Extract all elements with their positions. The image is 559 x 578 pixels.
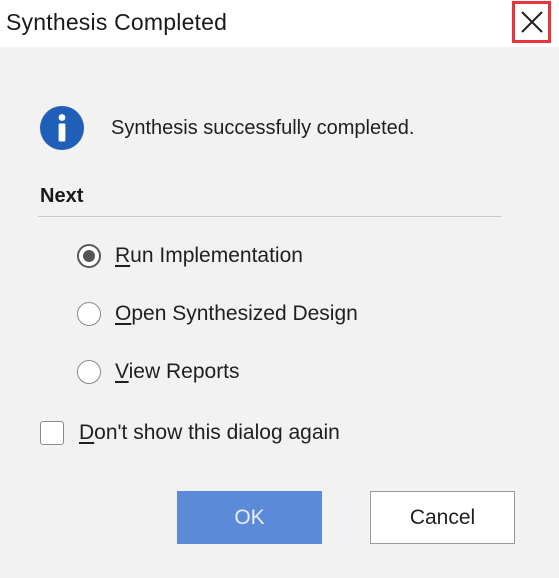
section-divider [38,216,501,217]
radio-label-rest: un Implementation [130,244,303,267]
info-icon [40,106,84,150]
radio-label-rest: pen Synthesized Design [131,302,358,325]
mnemonic-letter: V [115,360,129,383]
dialog-body: Synthesis successfully completed. Next R… [0,47,559,578]
next-section-heading: Next [40,185,84,207]
radio-label-rest: iew Reports [128,360,240,383]
mnemonic-letter: O [115,302,132,325]
radio-button[interactable] [77,360,101,384]
cancel-button[interactable]: Cancel [370,491,515,544]
mnemonic-letter: D [79,421,95,444]
radio-label: Run Implementation [115,244,303,268]
ok-button[interactable]: OK [177,491,322,544]
radio-run-implementation[interactable]: Run Implementation [77,242,303,270]
dont-show-again-checkbox-row[interactable]: Don't show this dialog again [40,419,340,447]
radio-open-synthesized-design[interactable]: Open Synthesized Design [77,300,358,328]
status-message-text: Synthesis successfully completed. [111,116,415,139]
checkbox-label: Don't show this dialog again [79,421,340,445]
radio-button[interactable] [77,302,101,326]
dialog-title: Synthesis Completed [6,9,228,35]
radio-button-selected[interactable] [77,244,101,268]
radio-label: Open Synthesized Design [115,302,358,326]
synthesis-completed-dialog: Synthesis Completed Synthesis successful… [0,0,559,578]
mnemonic-letter: R [115,244,131,267]
dont-show-again-checkbox[interactable] [40,421,64,445]
title-bar: Synthesis Completed [0,0,559,47]
close-button[interactable] [512,1,551,43]
checkbox-label-rest: on't show this dialog again [94,421,340,444]
radio-label: View Reports [115,360,240,384]
close-icon [520,11,543,33]
status-message: Synthesis successfully completed. [40,106,414,150]
radio-view-reports[interactable]: View Reports [77,358,240,386]
